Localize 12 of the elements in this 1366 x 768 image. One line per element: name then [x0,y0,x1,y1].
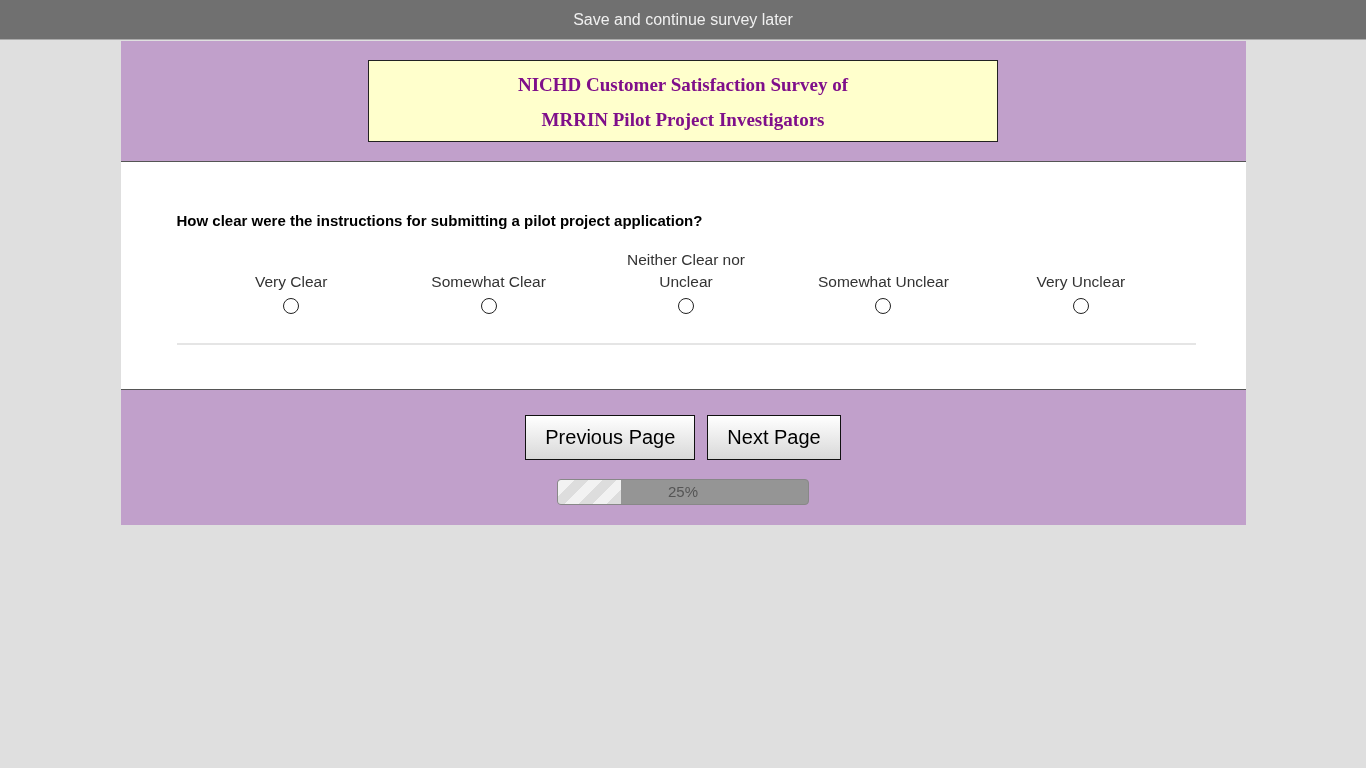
survey-title: MRRIN Pilot Project Investigators [540,108,826,132]
progress-reading: 25% [667,483,699,500]
option-label: Very Clear [254,272,329,292]
page-button[interactable]: Next Page [707,415,841,460]
save-later-link[interactable]: Save and continue survey later [573,10,793,29]
survey-title: NICHD Customer Satisfaction Survey of [517,73,850,97]
option-label: Very Unclear [1035,272,1127,292]
page-button[interactable]: Previous Page [525,415,696,460]
question-text: How clear were the instructions for submitting a pilot project application? [176,212,704,229]
option-label: Somewhat Clear [430,272,547,292]
option-label: Neither Clear nor Unclear [626,250,747,292]
option-label: Somewhat Unclear [816,272,950,292]
